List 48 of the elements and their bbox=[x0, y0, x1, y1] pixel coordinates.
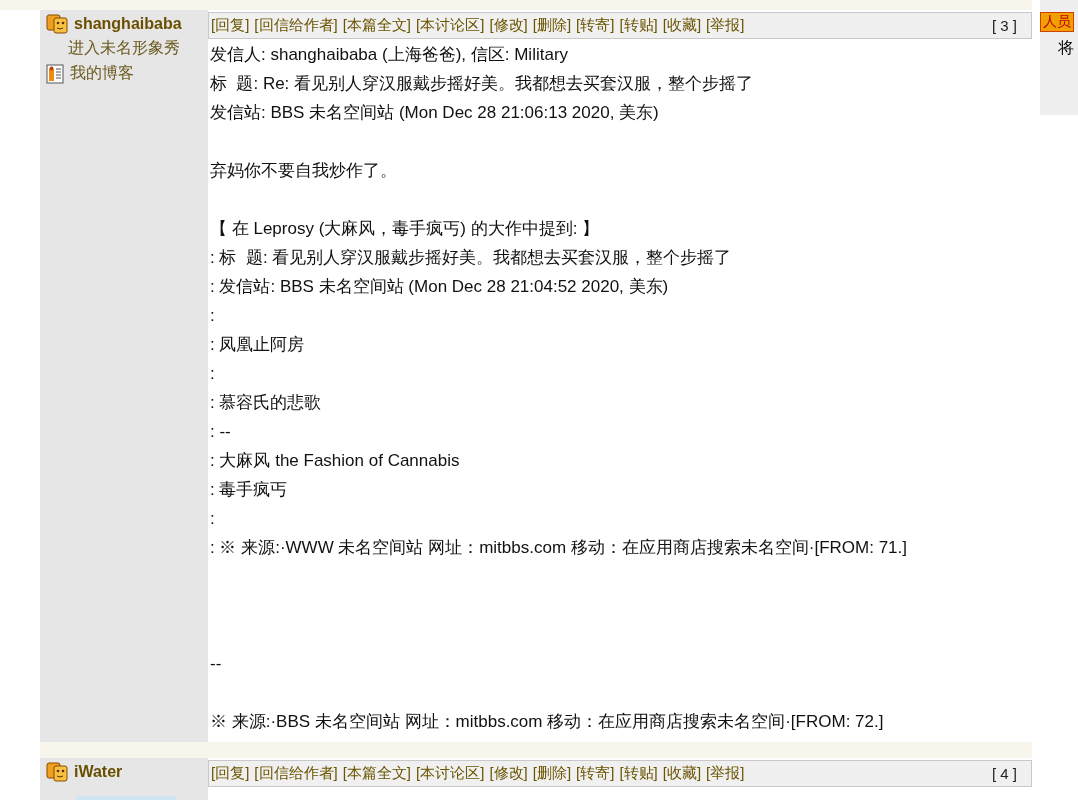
text-line: : bbox=[210, 363, 216, 385]
action-link[interactable]: [转寄] bbox=[576, 16, 615, 35]
action-link[interactable]: [回信给作者] bbox=[254, 764, 338, 783]
text-line: : -- bbox=[210, 421, 232, 443]
author-name[interactable]: iWater bbox=[74, 763, 123, 781]
text-line: : ※ 来源:·WWW 未名空间站 网址：mitbbs.com 移动：在应用商店搜索未名空间·[FROM: 71.] bbox=[210, 537, 908, 559]
text-line: 【 在 Leprosy (大麻风，毒手疯丐) 的大作中提到: 】 bbox=[210, 218, 601, 240]
text-line: : bbox=[210, 305, 216, 327]
text-line: : 毒手疯丐 bbox=[210, 479, 289, 501]
profile-link[interactable]: 进入未名形象秀 bbox=[68, 38, 180, 59]
action-link[interactable]: [本篇全文] bbox=[342, 16, 412, 35]
user-icon bbox=[46, 762, 68, 782]
action-link[interactable]: [本篇全文] bbox=[342, 764, 412, 783]
text-line: -- bbox=[210, 653, 223, 675]
text-line: 弃妈你不要自我炒作了。 bbox=[210, 160, 398, 182]
action-link[interactable]: [删除] bbox=[532, 764, 572, 783]
action-link[interactable]: [转寄] bbox=[576, 764, 615, 783]
action-link[interactable]: [修改] bbox=[489, 764, 528, 783]
ad-text: 将 bbox=[1058, 38, 1074, 58]
action-link[interactable]: [转贴] bbox=[619, 16, 658, 35]
text-line: : 凤凰止阿房 bbox=[210, 334, 306, 356]
action-link[interactable]: [删除] bbox=[532, 16, 572, 35]
action-link[interactable]: [收藏] bbox=[662, 764, 702, 783]
action-link[interactable]: [本讨论区] bbox=[416, 764, 485, 783]
floor-number: [ 4 ] bbox=[992, 765, 1017, 782]
text-line: : 标 题: 看见别人穿汉服戴步摇好美。我都想去买套汉服，整个步摇了 bbox=[210, 247, 733, 269]
action-link[interactable]: [转贴] bbox=[619, 764, 658, 783]
text-line: ※ 来源:·BBS 未名空间站 网址：mitbbs.com 移动：在应用商店搜索未名空间·[FROM: 72.] bbox=[210, 711, 885, 733]
action-link[interactable]: [回复] bbox=[211, 16, 250, 35]
user-icon bbox=[46, 14, 68, 34]
text-line: 标 题: Re: 看见别人穿汉服戴步摇好美。我都想去买套汉服，整个步摇了 bbox=[210, 73, 755, 95]
text-line: : 大麻风 the Fashion of Cannabis bbox=[210, 450, 461, 472]
action-link[interactable]: [收藏] bbox=[662, 16, 702, 35]
action-link[interactable]: [举报] bbox=[706, 764, 745, 783]
blog-icon bbox=[46, 63, 64, 84]
text-line: 发信人: shanghaibaba (上海爸爸), 信区: Military bbox=[210, 44, 570, 66]
action-link[interactable]: [本讨论区] bbox=[416, 16, 485, 35]
author-name[interactable]: shanghaibaba bbox=[74, 15, 182, 33]
action-link[interactable]: [修改] bbox=[489, 16, 528, 35]
action-link[interactable]: [回信给作者] bbox=[254, 16, 338, 35]
action-link[interactable]: [举报] bbox=[706, 16, 745, 35]
text-line: 发信站: BBS 未名空间站 (Mon Dec 28 21:06:13 2020, 美东) bbox=[210, 102, 660, 124]
floor-number: [ 3 ] bbox=[992, 17, 1017, 34]
blog-link[interactable]: 我的博客 bbox=[70, 63, 134, 84]
action-link[interactable]: [回复] bbox=[211, 764, 250, 783]
text-line: : bbox=[210, 508, 216, 530]
text-line: : 慕容氏的悲歌 bbox=[210, 392, 323, 414]
text-line: : 发信站: BBS 未名空间站 (Mon Dec 28 21:04:52 2020, 美东) bbox=[210, 276, 670, 298]
